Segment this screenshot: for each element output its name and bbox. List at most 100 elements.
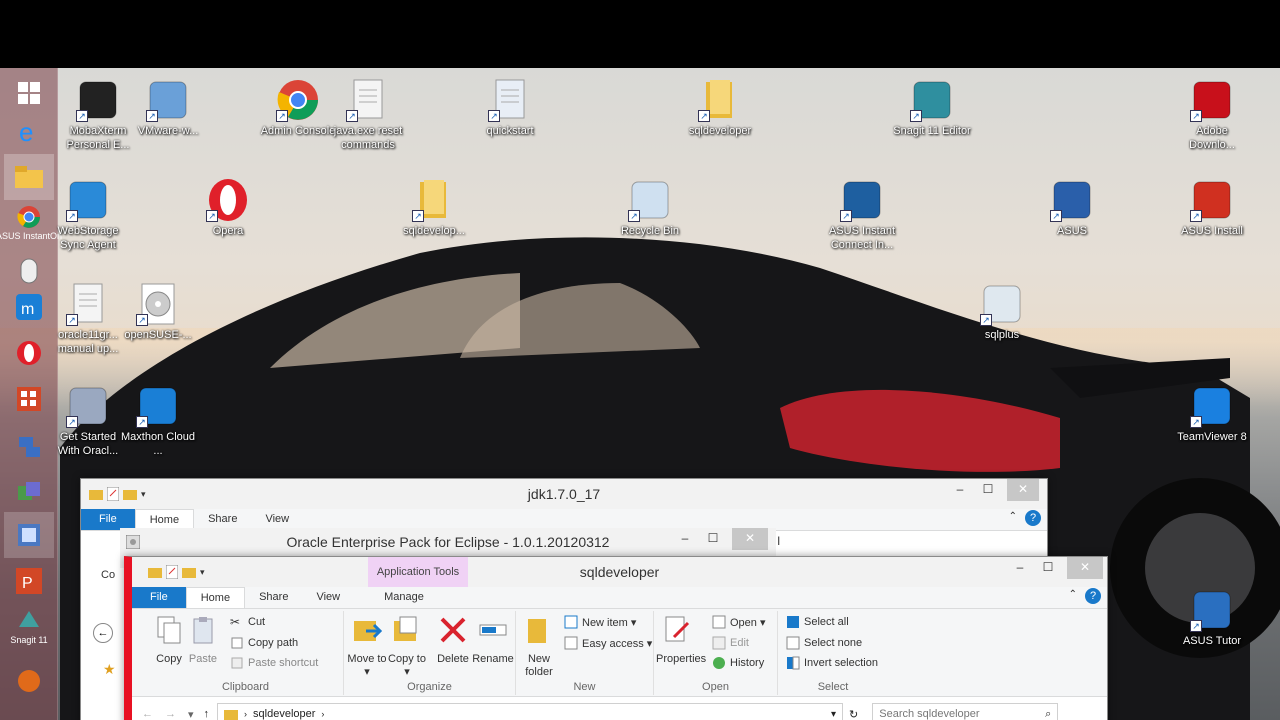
- address-box[interactable]: › sqldeveloper › ▾: [217, 703, 844, 720]
- apps-icon[interactable]: [4, 376, 54, 422]
- close-button[interactable]: ✕: [1067, 557, 1103, 579]
- close-button[interactable]: ✕: [1007, 479, 1039, 501]
- desktop-icon[interactable]: ↗ ASUS Instant Connect In...: [822, 178, 902, 252]
- terminal-icon: ↗: [76, 78, 120, 122]
- properties-button[interactable]: Properties: [656, 615, 706, 666]
- forward-arrow-icon[interactable]: →: [165, 708, 176, 720]
- help-icon[interactable]: ?: [1085, 588, 1101, 604]
- copy-to-icon: [394, 616, 417, 641]
- webstorage-icon: ↗: [66, 178, 110, 222]
- maxthon-icon[interactable]: m: [4, 284, 54, 330]
- desktop-icon[interactable]: ↗ java.exe reset commands: [328, 78, 408, 152]
- shortcut-arrow-icon: ↗: [76, 110, 88, 122]
- tab-share[interactable]: Share: [194, 509, 251, 530]
- open-button[interactable]: Open ▾: [712, 613, 766, 631]
- desktop-icon[interactable]: ↗ Recycle Bin: [610, 178, 690, 238]
- tab-file[interactable]: File: [132, 587, 186, 608]
- search-input[interactable]: Search sqldeveloper ⌕: [872, 703, 1059, 720]
- desktop-icon[interactable]: ↗ Maxthon Cloud ...: [118, 384, 198, 458]
- film-icon[interactable]: [4, 512, 54, 558]
- tab-share[interactable]: Share: [245, 587, 302, 608]
- tab-view[interactable]: View: [302, 587, 354, 608]
- edit-button[interactable]: Edit: [712, 634, 749, 652]
- desktop-icon[interactable]: ↗ oracle11gr... manual up...: [48, 282, 128, 356]
- close-button[interactable]: ✕: [732, 528, 768, 550]
- chrome-icon[interactable]: ASUS InstantOn: [0, 200, 62, 246]
- back-button[interactable]: ←: [93, 623, 113, 643]
- maximize-button[interactable]: ☐: [696, 528, 730, 550]
- desktop-icon[interactable]: ↗ Opera: [188, 178, 268, 238]
- group-select: Select all Select none Invert selection …: [778, 611, 888, 695]
- sqldeveloper-window[interactable]: ▾ Application Tools sqldeveloper – ☐ ✕ F…: [124, 556, 1108, 720]
- green-app-icon[interactable]: [4, 470, 54, 516]
- maxthon-icon: ↗: [136, 384, 180, 428]
- move-to-button[interactable]: Move to ▾: [346, 615, 388, 679]
- desktop-icon[interactable]: ↗ sqldevelop...: [394, 178, 474, 238]
- collapse-ribbon-icon[interactable]: ⌃: [1009, 511, 1017, 522]
- desktop-icon[interactable]: ↗ Get Started With Oracl...: [48, 384, 128, 458]
- snagit-icon[interactable]: Snagit 11: [4, 604, 54, 650]
- rename-button[interactable]: Rename: [472, 615, 514, 666]
- shortcut-arrow-icon: ↗: [1190, 210, 1202, 222]
- back-arrow-icon[interactable]: ←: [142, 708, 153, 720]
- shortcut-arrow-icon: ↗: [1190, 416, 1202, 428]
- refresh-icon[interactable]: ↻: [849, 708, 858, 720]
- desktop-icon[interactable]: ↗ sqlplus: [962, 282, 1042, 342]
- network-icon[interactable]: [4, 424, 54, 470]
- desktop-icon[interactable]: ↗ Snagit 11 Editor: [892, 78, 972, 138]
- copy-to-button[interactable]: Copy to ▾: [386, 615, 428, 679]
- desktop-icon[interactable]: ↗ sqldeveloper: [680, 78, 760, 138]
- paste-button[interactable]: Paste: [182, 615, 224, 666]
- desktop-icon-label: VMware-w...: [137, 125, 199, 137]
- tab-home[interactable]: Home: [134, 509, 195, 530]
- new-folder-button[interactable]: New folder: [518, 615, 560, 679]
- group-open: Properties Open ▾ Edit History Open: [654, 611, 778, 695]
- tab-home[interactable]: Home: [185, 587, 246, 608]
- desktop-icon[interactable]: ↗ Adobe Downlo...: [1172, 78, 1252, 152]
- tab-view[interactable]: View: [251, 509, 303, 530]
- opera-icon: ↗: [206, 178, 250, 222]
- desktop-icon-label: sqldevelop...: [403, 225, 465, 237]
- tab-manage[interactable]: Manage: [362, 587, 446, 608]
- desktop-icon[interactable]: ↗ ASUS: [1032, 178, 1112, 238]
- chevron-right-icon: ›: [244, 709, 248, 719]
- cut-button[interactable]: ✂ Cut: [230, 613, 265, 631]
- up-arrow-icon[interactable]: ↑: [204, 708, 210, 720]
- paste-shortcut-button[interactable]: Paste shortcut: [230, 654, 318, 672]
- copy-path-button[interactable]: Copy path: [230, 634, 298, 652]
- powerpoint-icon[interactable]: P: [4, 558, 54, 604]
- tab-file[interactable]: File: [81, 509, 135, 530]
- invert-selection-button[interactable]: Invert selection: [786, 654, 878, 672]
- desktop-icon[interactable]: ↗ quickstart: [470, 78, 550, 138]
- select-none-button[interactable]: Select none: [786, 634, 862, 652]
- desktop-icon-label: ASUS: [1057, 225, 1087, 237]
- shortcut-arrow-icon: ↗: [628, 210, 640, 222]
- ie-icon[interactable]: e: [4, 108, 54, 154]
- maximize-button[interactable]: ☐: [971, 479, 1005, 501]
- desktop-icon[interactable]: ↗ openSUSE-...: [118, 282, 198, 342]
- desktop-icon[interactable]: ↗ ASUS Tutor: [1172, 588, 1252, 648]
- desktop-icon[interactable]: ↗ Admin Console: [258, 78, 338, 138]
- file-explorer-icon[interactable]: [4, 154, 54, 200]
- title-bar: ▾ Application Tools sqldeveloper – ☐ ✕: [132, 557, 1107, 587]
- app-icon[interactable]: [4, 658, 54, 704]
- easy-access-button[interactable]: Easy access ▾: [564, 634, 652, 652]
- opera-icon[interactable]: [4, 330, 54, 376]
- desktop-icon[interactable]: ↗ ASUS Install: [1172, 178, 1252, 238]
- desktop-icon-label: quickstart: [486, 125, 534, 137]
- desktop-icon[interactable]: ↗ MobaXterm Personal E...: [58, 78, 138, 152]
- select-all-button[interactable]: Select all: [786, 613, 849, 631]
- history-button[interactable]: History: [712, 654, 764, 672]
- maximize-button[interactable]: ☐: [1031, 557, 1065, 579]
- select-all-icon: [787, 616, 799, 628]
- new-item-button[interactable]: New item ▾: [564, 613, 636, 631]
- desktop-icon-label: MobaXterm Personal E...: [66, 125, 130, 151]
- help-icon[interactable]: ?: [1025, 510, 1041, 526]
- desktop-icon[interactable]: ↗ WebStorage Sync Agent: [48, 178, 128, 252]
- desktop-icon[interactable]: ↗ VMware-w...: [128, 78, 208, 138]
- delete-button[interactable]: Delete: [432, 615, 474, 666]
- chevron-down-icon[interactable]: ▾: [188, 708, 194, 720]
- desktop-icon[interactable]: ↗ TeamViewer 8: [1172, 384, 1252, 444]
- breadcrumb[interactable]: sqldeveloper: [253, 708, 315, 720]
- collapse-ribbon-icon[interactable]: ⌃: [1069, 589, 1077, 600]
